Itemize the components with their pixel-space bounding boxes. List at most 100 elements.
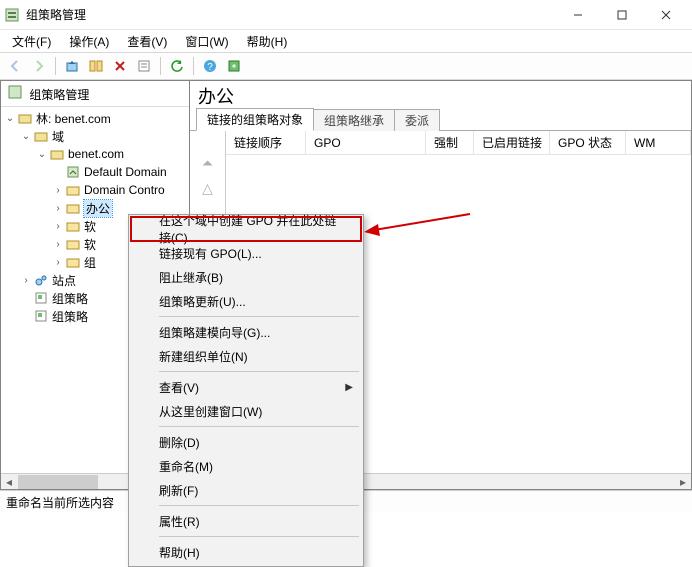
expand-icon[interactable]: › xyxy=(51,239,65,250)
table-header: 链接顺序 GPO 强制 已启用链接 GPO 状态 WM xyxy=(226,131,691,155)
ctx-separator xyxy=(159,505,359,506)
ctx-rename[interactable]: 重命名(M) xyxy=(131,454,361,478)
tree-label: 办公 xyxy=(84,200,112,217)
tab-linked[interactable]: 链接的组策略对象 xyxy=(196,108,314,131)
minimize-button[interactable] xyxy=(556,1,600,29)
tree-label: Domain Contro xyxy=(84,183,165,197)
tree-label: 软 xyxy=(84,218,96,235)
tree-node-default-domain[interactable]: Default Domain xyxy=(1,163,189,181)
show-hide-tree-button[interactable] xyxy=(85,55,107,77)
ctx-view[interactable]: 查看(V)▶ xyxy=(131,375,361,399)
folder-icon xyxy=(65,254,81,270)
col-wmi[interactable]: WM xyxy=(626,131,691,154)
sites-icon xyxy=(33,272,49,288)
expand-icon[interactable]: › xyxy=(19,275,33,286)
tree-label: 域 xyxy=(52,128,64,145)
col-enabled[interactable]: 已启用链接 xyxy=(474,131,550,154)
mmc-icon xyxy=(7,84,23,100)
collapse-icon[interactable]: ⌄ xyxy=(35,149,49,160)
context-menu: 在这个域中创建 GPO 并在此处链接(C)... 链接现有 GPO(L)... … xyxy=(128,214,364,567)
move-top-icon[interactable]: ⏶ xyxy=(202,155,213,172)
col-order[interactable]: 链接顺序 xyxy=(226,131,306,154)
report-icon xyxy=(33,308,49,324)
collapse-icon[interactable]: ⌄ xyxy=(3,113,17,124)
window-title: 组策略管理 xyxy=(26,6,556,23)
ctx-refresh[interactable]: 刷新(F) xyxy=(131,478,361,502)
menu-file[interactable]: 文件(F) xyxy=(4,31,59,52)
ou-icon xyxy=(65,236,81,252)
toolbar-separator xyxy=(193,57,194,75)
tree-label: benet.com xyxy=(68,147,124,161)
svg-text:?: ? xyxy=(207,62,213,73)
menu-action[interactable]: 操作(A) xyxy=(61,31,117,52)
ou-icon xyxy=(65,218,81,234)
col-status[interactable]: GPO 状态 xyxy=(550,131,626,154)
tree-node-forest[interactable]: ⌄ 林: benet.com xyxy=(1,109,189,127)
ctx-help[interactable]: 帮助(H) xyxy=(131,540,361,564)
ctx-separator xyxy=(159,426,359,427)
tree-label: 林: benet.com xyxy=(36,110,111,127)
collapse-icon[interactable]: ⌄ xyxy=(19,131,33,142)
ctx-modeling-wizard[interactable]: 组策略建模向导(G)... xyxy=(131,320,361,344)
tree-root-label: 组策略管理 xyxy=(29,88,89,102)
forward-button[interactable] xyxy=(28,55,50,77)
ctx-block-inherit[interactable]: 阻止继承(B) xyxy=(131,265,361,289)
app-icon xyxy=(4,7,20,23)
maximize-button[interactable] xyxy=(600,1,644,29)
menu-view[interactable]: 查看(V) xyxy=(119,31,175,52)
tree-node-domains[interactable]: ⌄ 域 xyxy=(1,127,189,145)
tree-label: 组策略 xyxy=(52,308,88,325)
extra-button[interactable] xyxy=(223,55,245,77)
ctx-separator xyxy=(159,536,359,537)
col-gpo[interactable]: GPO xyxy=(306,131,426,154)
ctx-label: 查看(V) xyxy=(159,379,199,396)
domains-icon xyxy=(33,128,49,144)
ctx-new-ou[interactable]: 新建组织单位(N) xyxy=(131,344,361,368)
scroll-left-icon[interactable]: ◂ xyxy=(1,474,17,489)
menu-bar: 文件(F) 操作(A) 查看(V) 窗口(W) 帮助(H) xyxy=(0,30,692,52)
expand-icon[interactable]: › xyxy=(51,257,65,268)
close-button[interactable] xyxy=(644,1,688,29)
ctx-properties[interactable]: 属性(R) xyxy=(131,509,361,533)
up-button[interactable] xyxy=(61,55,83,77)
ou-icon xyxy=(65,200,81,216)
expand-icon[interactable]: › xyxy=(51,203,65,214)
properties-button[interactable] xyxy=(133,55,155,77)
menu-help[interactable]: 帮助(H) xyxy=(239,31,296,52)
menu-window[interactable]: 窗口(W) xyxy=(177,31,236,52)
delete-button[interactable] xyxy=(109,55,131,77)
move-up-icon[interactable]: △ xyxy=(202,180,213,197)
ctx-create-gpo-link[interactable]: 在这个域中创建 GPO 并在此处链接(C)... xyxy=(131,217,361,241)
back-button[interactable] xyxy=(4,55,26,77)
tab-delegate[interactable]: 委派 xyxy=(394,109,440,131)
scroll-right-icon[interactable]: ▸ xyxy=(675,474,691,489)
content-title: 办公 xyxy=(190,81,691,109)
domain-icon xyxy=(49,146,65,162)
ctx-new-window[interactable]: 从这里创建窗口(W) xyxy=(131,399,361,423)
ctx-gp-update[interactable]: 组策略更新(U)... xyxy=(131,289,361,313)
tab-bar: 链接的组策略对象 组策略继承 委派 xyxy=(190,109,691,131)
tree-root-header[interactable]: 组策略管理 xyxy=(1,81,189,107)
col-enforced[interactable]: 强制 xyxy=(426,131,474,154)
refresh-button[interactable] xyxy=(166,55,188,77)
ou-icon xyxy=(65,182,81,198)
expand-icon[interactable]: › xyxy=(51,221,65,232)
report-icon xyxy=(33,290,49,306)
scroll-thumb[interactable] xyxy=(18,475,98,489)
ctx-link-existing[interactable]: 链接现有 GPO(L)... xyxy=(131,241,361,265)
tree-node-domain[interactable]: ⌄ benet.com xyxy=(1,145,189,163)
ctx-separator xyxy=(159,371,359,372)
tree-label: 软 xyxy=(84,236,96,253)
toolbar-separator xyxy=(55,57,56,75)
toolbar: ? xyxy=(0,52,692,80)
tree-label: Default Domain xyxy=(84,165,167,179)
toolbar-separator xyxy=(160,57,161,75)
ctx-delete[interactable]: 删除(D) xyxy=(131,430,361,454)
tab-inherit[interactable]: 组策略继承 xyxy=(313,109,395,131)
help-button[interactable]: ? xyxy=(199,55,221,77)
tree-node-domain-controllers[interactable]: › Domain Contro xyxy=(1,181,189,199)
ctx-separator xyxy=(159,316,359,317)
tree-label: 组 xyxy=(84,254,96,271)
title-bar: 组策略管理 xyxy=(0,0,692,30)
expand-icon[interactable]: › xyxy=(51,185,65,196)
